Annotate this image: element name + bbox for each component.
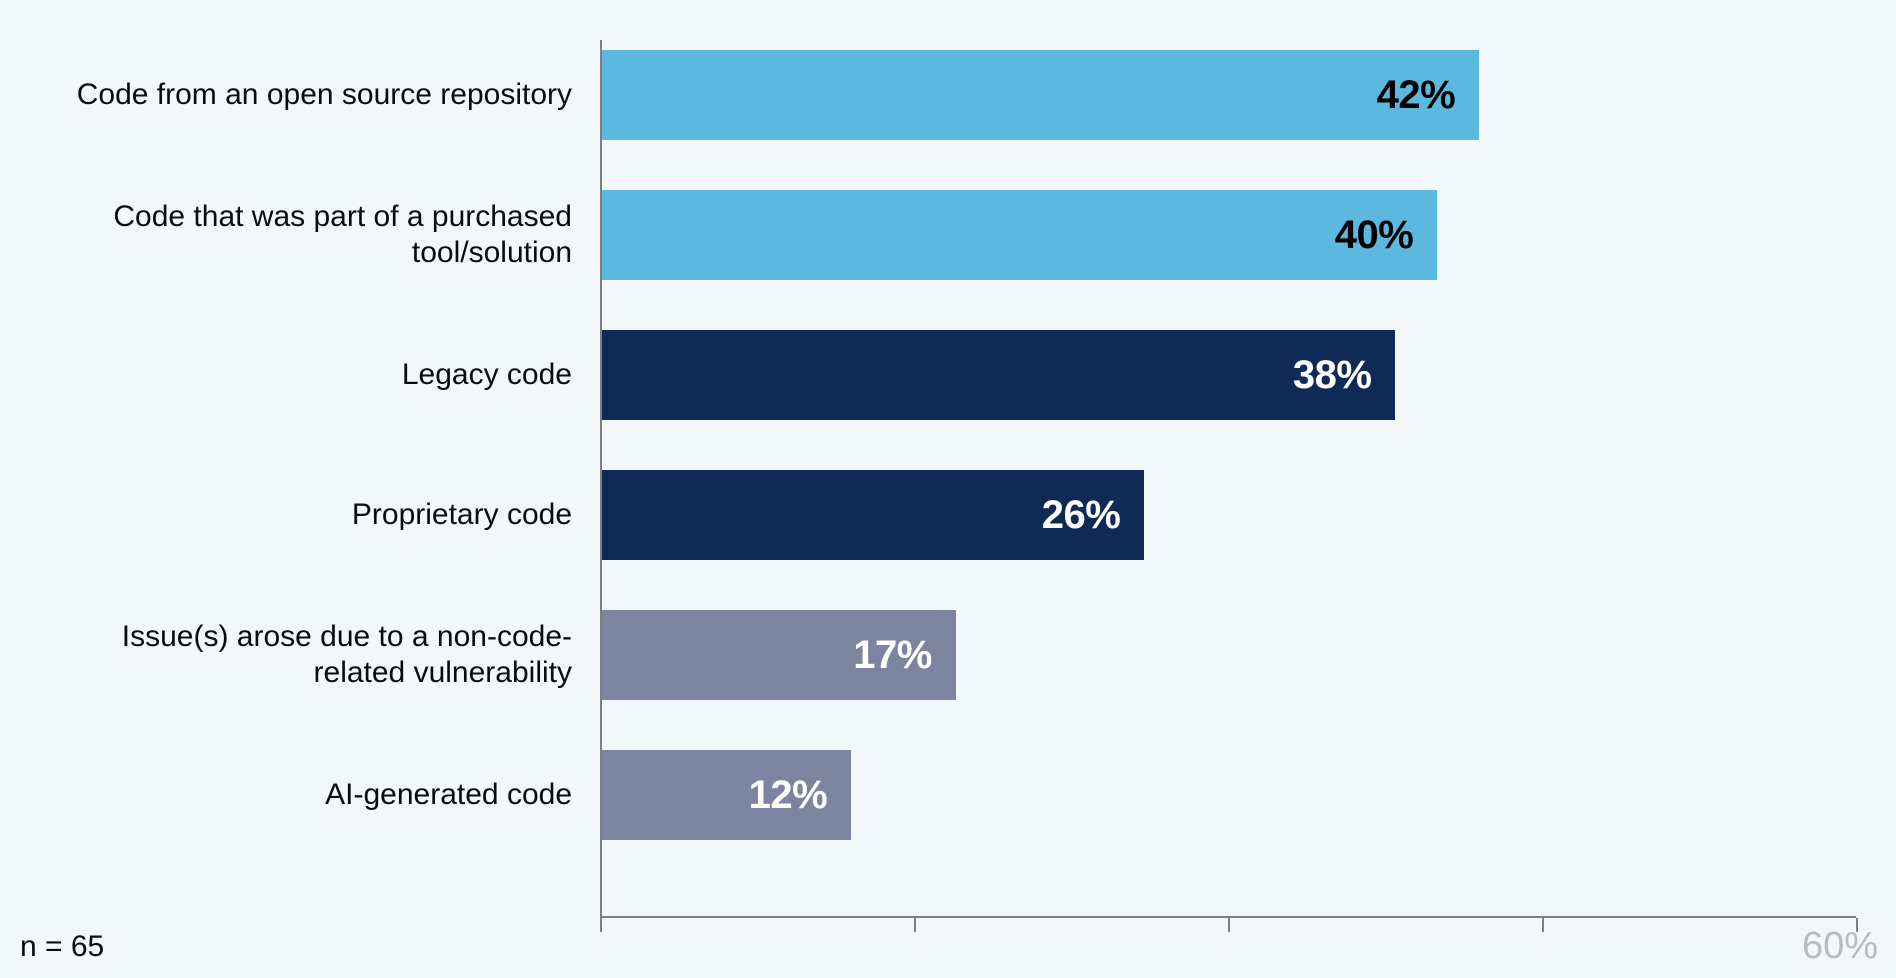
x-axis-tick xyxy=(600,918,602,932)
x-axis-max-label: 60% xyxy=(1802,925,1878,968)
x-axis-tick xyxy=(914,918,916,932)
bar-track: 12% xyxy=(600,750,1856,840)
chart-row: Proprietary code 26% xyxy=(40,470,1856,560)
sample-size-label: n = 65 xyxy=(20,930,104,964)
bar-value-label: 26% xyxy=(1042,493,1121,538)
bar: 17% xyxy=(600,610,956,700)
bar: 40% xyxy=(600,190,1437,280)
bar: 12% xyxy=(600,750,851,840)
bar: 26% xyxy=(600,470,1144,560)
category-label: Code that was part of a purchased tool/s… xyxy=(40,199,600,271)
bar-value-label: 12% xyxy=(749,773,828,818)
chart-row: Code that was part of a purchased tool/s… xyxy=(40,190,1856,280)
bar-value-label: 40% xyxy=(1335,213,1414,258)
bar-track: 26% xyxy=(600,470,1856,560)
bar: 38% xyxy=(600,330,1395,420)
y-axis-line xyxy=(600,40,602,918)
category-label: Code from an open source repository xyxy=(40,77,600,113)
bar-value-label: 17% xyxy=(853,633,932,678)
x-axis-tick xyxy=(1542,918,1544,932)
plot-area: Code from an open source repository42%Co… xyxy=(40,40,1856,918)
chart-row: Issue(s) arose due to a non-code-related… xyxy=(40,610,1856,700)
category-label: AI-generated code xyxy=(40,777,600,813)
bar-track: 38% xyxy=(600,330,1856,420)
bar-value-label: 42% xyxy=(1377,73,1456,118)
x-axis-tick xyxy=(1228,918,1230,932)
bar-track: 40% xyxy=(600,190,1856,280)
bar: 42% xyxy=(600,50,1479,140)
chart-container: Code from an open source repository42%Co… xyxy=(0,0,1896,978)
category-label: Proprietary code xyxy=(40,497,600,533)
chart-row: Code from an open source repository 42% xyxy=(40,50,1856,140)
bar-track: 17% xyxy=(600,610,1856,700)
bar-value-label: 38% xyxy=(1293,353,1372,398)
bar-track: 42% xyxy=(600,50,1856,140)
category-label: Issue(s) arose due to a non-code-related… xyxy=(40,619,600,691)
category-label: Legacy code xyxy=(40,357,600,393)
chart-row: Legacy code 38% xyxy=(40,330,1856,420)
chart-row: AI-generated code 12% xyxy=(40,750,1856,840)
